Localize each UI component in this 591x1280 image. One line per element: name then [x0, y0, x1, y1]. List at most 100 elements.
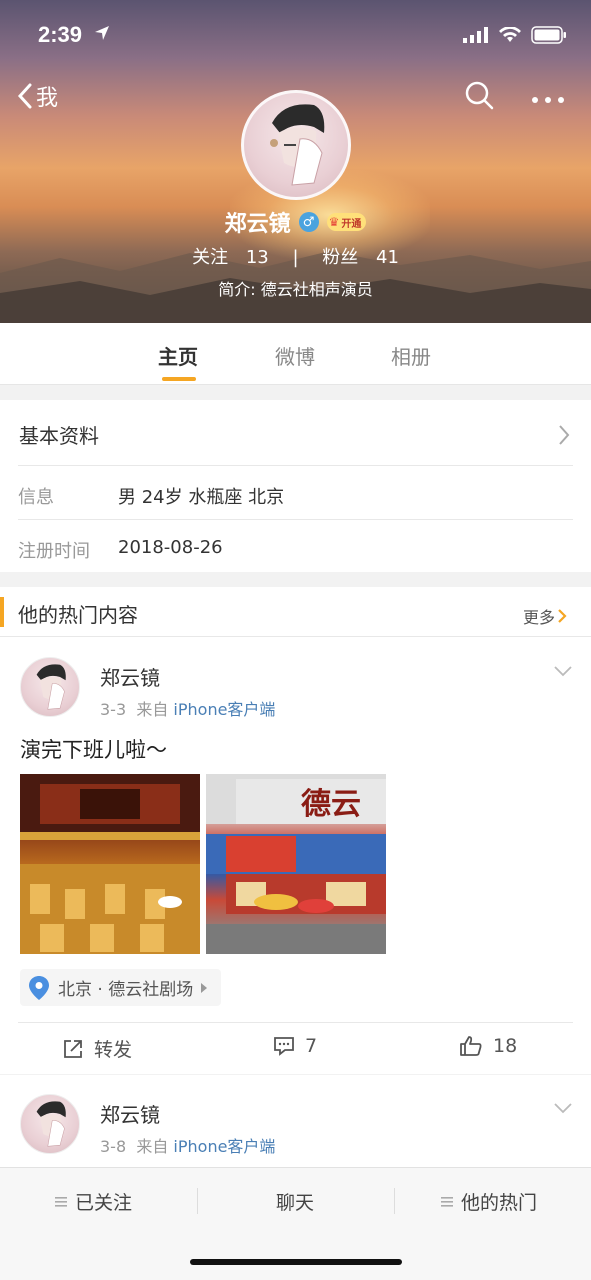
theater-illustration — [20, 774, 200, 954]
tab-album[interactable]: 相册 — [391, 341, 431, 370]
chat-button[interactable]: 聊天 — [276, 1188, 314, 1215]
comment-icon — [274, 1037, 294, 1056]
hot-content-title: 他的热门内容 — [18, 603, 138, 627]
hot-content-card: 他的热门内容 更多 郑云镜 3-3 来自 iPhone客户端 演完下班儿啦～ 德… — [0, 587, 591, 1074]
comment-button[interactable]: 7 — [273, 1035, 317, 1057]
menu-lines-icon — [55, 1196, 67, 1207]
post-source[interactable]: iPhone客户端 — [173, 1137, 275, 1156]
post-source[interactable]: iPhone客户端 — [173, 700, 275, 719]
tab-weibo[interactable]: 微博 — [275, 341, 315, 370]
avatar-illustration — [36, 664, 66, 710]
repost-button[interactable]: 转发 — [62, 1035, 132, 1062]
caret-right-icon — [201, 982, 208, 993]
follow-stats: 关注 13 | 粉丝 41 — [0, 243, 591, 269]
chevron-down-icon[interactable] — [553, 665, 573, 677]
avatar-illustration — [270, 104, 325, 186]
back-label: 我 — [36, 86, 59, 111]
profile-avatar[interactable] — [241, 90, 351, 200]
following-count: 13 — [245, 247, 269, 268]
info-value: 男 24岁 水瓶座 北京 — [118, 487, 285, 508]
divider — [18, 465, 573, 466]
menu-lines-icon — [441, 1196, 453, 1207]
repost-label: 转发 — [94, 1039, 133, 1061]
register-time-value: 2018-08-26 — [118, 537, 223, 558]
post-author-name[interactable]: 郑云镜 — [100, 1099, 160, 1128]
post-from-label: 来自 — [136, 1137, 169, 1156]
more-button[interactable] — [531, 90, 565, 109]
avatar-illustration — [36, 1101, 66, 1147]
like-button[interactable]: 18 — [459, 1035, 517, 1057]
hot-accent-bar — [0, 597, 4, 627]
share-icon — [64, 1039, 82, 1058]
status-bar: 2:39 — [0, 0, 591, 70]
search-button[interactable] — [464, 80, 494, 114]
wifi-icon — [499, 27, 521, 42]
followed-label: 已关注 — [75, 1192, 133, 1214]
chevron-right-icon — [558, 609, 567, 623]
building-illustration: 德云 — [206, 774, 386, 954]
thumbs-up-icon — [460, 1036, 482, 1056]
tab-home[interactable]: 主页 — [158, 341, 198, 370]
divider — [0, 636, 591, 637]
location-arrow-icon — [94, 25, 110, 45]
post-author-avatar[interactable] — [20, 657, 80, 717]
basic-info-title[interactable]: 基本资料 — [19, 420, 99, 449]
chevron-right-icon[interactable] — [558, 424, 570, 446]
vip-badge[interactable]: ♛ 开通 — [326, 213, 367, 231]
basic-info-card: 基本资料 信息 男 24岁 水瓶座 北京 注册时间 2018-08-26 — [0, 400, 591, 572]
post-date: 3-8 — [100, 1137, 127, 1156]
status-time: 2:39 — [38, 22, 83, 47]
post-image-theater-interior[interactable] — [20, 774, 200, 954]
post-author-avatar[interactable] — [20, 1094, 80, 1154]
profile-header: 2:39 我 郑云镜 ♂ ♛ 开通 关注 13 | 粉丝 41 简介: 德云社相… — [0, 0, 591, 323]
followed-button[interactable]: 已关注 — [55, 1188, 132, 1215]
post-meta: 3-8 来自 iPhone客户端 — [100, 1133, 275, 1157]
vip-label: 开通 — [341, 218, 362, 230]
battery-icon — [531, 26, 566, 44]
active-tab-indicator — [162, 377, 196, 381]
location-pin-icon — [29, 975, 49, 1000]
like-count: 18 — [493, 1035, 518, 1057]
divider — [18, 519, 573, 520]
back-button[interactable]: 我 — [16, 80, 58, 112]
gender-male-icon: ♂ — [298, 212, 319, 232]
more-dots-icon — [532, 97, 564, 103]
profile-name-row: 郑云镜 ♂ ♛ 开通 — [0, 206, 591, 238]
divider — [18, 1022, 573, 1023]
following-label: 关注 — [192, 247, 229, 268]
status-icons — [463, 26, 567, 44]
comment-count: 7 — [305, 1035, 318, 1057]
following-stat[interactable]: 关注 13 — [186, 247, 275, 268]
divider — [394, 1188, 395, 1214]
profile-tabs: 主页 微博 相册 — [0, 323, 591, 385]
signal-icon — [463, 27, 488, 43]
post-text: 演完下班儿啦～ — [20, 738, 167, 762]
profile-bio: 简介: 德云社相声演员 — [218, 280, 373, 299]
post-date: 3-3 — [100, 700, 127, 719]
home-indicator — [190, 1259, 402, 1265]
register-time-label: 注册时间 — [18, 541, 90, 562]
post-from-label: 来自 — [136, 700, 169, 719]
more-label: 更多 — [523, 608, 556, 627]
location-label: 北京 · 德云社剧场 — [58, 980, 194, 1000]
profile-name: 郑云镜 — [224, 212, 291, 237]
post-meta: 3-3 来自 iPhone客户端 — [100, 696, 275, 720]
svg-text:德云: 德云 — [301, 787, 361, 822]
followers-label: 粉丝 — [322, 247, 359, 268]
stat-separator: | — [292, 247, 299, 268]
chat-label: 聊天 — [276, 1192, 315, 1214]
post-card: 郑云镜 3-8 来自 iPhone客户端 — [0, 1075, 591, 1175]
divider — [197, 1188, 198, 1214]
post-image-theater-exterior[interactable]: 德云 — [206, 774, 386, 954]
chevron-down-icon[interactable] — [553, 1102, 573, 1114]
crown-icon: ♛ — [328, 215, 340, 229]
search-icon — [465, 81, 494, 110]
more-button[interactable]: 更多 — [523, 604, 567, 628]
location-tag[interactable]: 北京 · 德云社剧场 — [20, 969, 222, 1006]
chevron-left-icon — [17, 83, 32, 109]
post-author-name[interactable]: 郑云镜 — [100, 662, 160, 691]
followers-stat[interactable]: 粉丝 41 — [316, 247, 405, 268]
his-hot-button[interactable]: 他的热门 — [441, 1188, 537, 1215]
info-label: 信息 — [18, 487, 54, 508]
his-hot-label: 他的热门 — [461, 1192, 538, 1214]
